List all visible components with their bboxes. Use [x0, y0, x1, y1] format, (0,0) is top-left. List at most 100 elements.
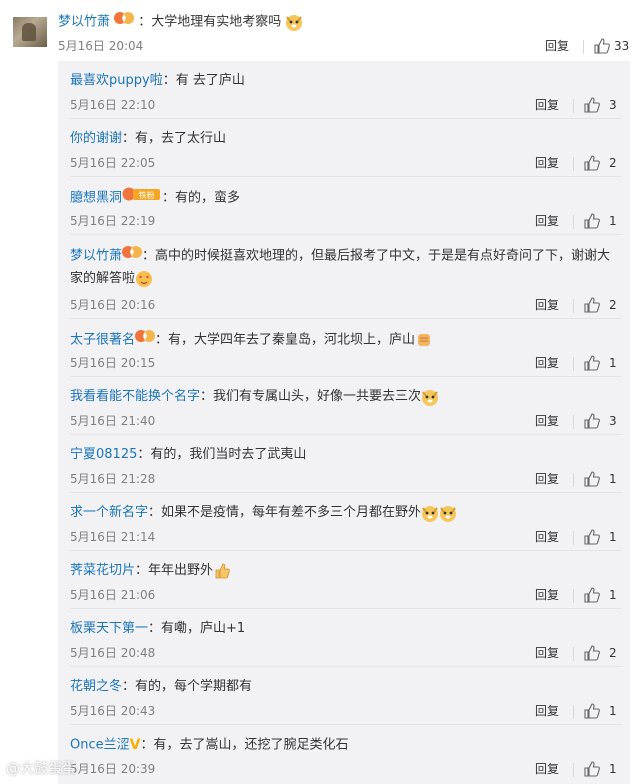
- reply-item: 板栗天下第一：有嘞，庐山+1 5月16日 20:48 回复 2: [58, 609, 630, 667]
- reply-time: 5月16日 21:14: [70, 530, 156, 544]
- reply-username[interactable]: 荠菜花切片: [70, 563, 135, 578]
- reply-time: 5月16日 20:15: [70, 356, 156, 370]
- divider: [573, 531, 574, 545]
- watermark: @大鼓蛋蛋: [6, 761, 76, 777]
- like-count: 33: [614, 39, 630, 53]
- reply-button[interactable]: 回复: [545, 37, 569, 55]
- like-icon[interactable]: [584, 355, 600, 371]
- avatar[interactable]: [13, 17, 47, 47]
- reply-button[interactable]: 回复: [535, 586, 559, 604]
- reply-content: 梦以竹萧 ：高中的时候挺喜欢地理的，但最后报考了中文，于是是有点好奇问了下，谢谢大: [70, 244, 610, 268]
- like-count: 2: [609, 646, 617, 660]
- reply-button[interactable]: 回复: [535, 354, 559, 372]
- reply-item: 臆想黑洞 铁粉 ：有的，蛮多 5月16日 22:19 回复 1: [58, 177, 630, 235]
- reply-button[interactable]: 回复: [535, 702, 559, 720]
- reply-text: ：有，大学四年去了秦皇岛，河北坝上，庐山: [155, 332, 416, 348]
- reply-time: 5月16日 22:19: [70, 214, 156, 228]
- reply-button[interactable]: 回复: [535, 212, 559, 230]
- like-icon[interactable]: [594, 38, 610, 54]
- reply-time: 5月16日 20:16: [70, 298, 156, 312]
- reply-content: 求一个新名字：如果不是疫情，每年有差不多三个月都在野外: [70, 502, 457, 524]
- reply-button[interactable]: 回复: [535, 412, 559, 430]
- reply-username[interactable]: 最喜欢puppy啦: [70, 73, 163, 88]
- reply-username[interactable]: 我看看能不能换个名字: [70, 389, 200, 404]
- verified-v-icon[interactable]: V: [130, 734, 141, 756]
- like-icon[interactable]: [584, 703, 600, 719]
- reply-username[interactable]: Once兰涩: [70, 738, 130, 753]
- reply-text: ：有的，我们当时去了武夷山: [137, 447, 307, 462]
- reply-button[interactable]: 回复: [535, 470, 559, 488]
- reply-username[interactable]: 求一个新名字: [70, 505, 148, 520]
- like-icon[interactable]: [584, 297, 600, 313]
- fan-badge-label: 铁粉: [139, 190, 155, 200]
- doge-emoji-icon: [421, 388, 439, 406]
- like-icon[interactable]: [584, 471, 600, 487]
- fist-emoji-icon: [415, 331, 433, 349]
- doge-emoji-icon: [439, 504, 457, 522]
- reply-time: 5月16日 20:43: [70, 704, 156, 718]
- reply-username[interactable]: 太子很著名: [70, 333, 135, 348]
- reply-button[interactable]: 回复: [535, 528, 559, 546]
- like-count: 2: [609, 156, 617, 170]
- like-icon[interactable]: [584, 587, 600, 603]
- reply-button[interactable]: 回复: [535, 760, 559, 778]
- doge-emoji-icon: [421, 504, 439, 522]
- reply-time: 5月16日 20:48: [70, 646, 156, 660]
- reply-username[interactable]: 梦以竹萧: [70, 249, 122, 264]
- divider: [573, 215, 574, 229]
- like-count: 3: [609, 414, 617, 428]
- reply-content: 太子很著名 ：有，大学四年去了秦皇岛，河北坝上，庐山: [70, 328, 433, 352]
- reply-time: 5月16日 21:06: [70, 588, 156, 602]
- reply-time: 5月16日 21:40: [70, 414, 156, 428]
- like-count: 1: [609, 530, 617, 544]
- like-count: 1: [609, 214, 617, 228]
- like-icon[interactable]: [584, 645, 600, 661]
- reply-time: 5月16日 20:39: [70, 762, 156, 776]
- reply-item: 花朝之冬：有的，每个学期都有 5月16日 20:43 回复 1: [58, 667, 630, 725]
- reply-button[interactable]: 回复: [535, 296, 559, 314]
- reply-button[interactable]: 回复: [535, 644, 559, 662]
- reply-username[interactable]: 臆想黑洞: [70, 191, 122, 206]
- main-comment-line: 梦以竹萧 ：大学地理有实地考察吗: [58, 10, 303, 34]
- like-icon[interactable]: [584, 529, 600, 545]
- member-badge-icon[interactable]: [135, 328, 156, 352]
- reply-text: ：有，去了嵩山，还挖了腕足类化石: [140, 737, 349, 753]
- reply-username[interactable]: 板栗天下第一: [70, 621, 148, 636]
- reply-button[interactable]: 回复: [535, 154, 559, 172]
- reply-text: ：年年出野外: [135, 563, 214, 578]
- reply-button[interactable]: 回复: [535, 96, 559, 114]
- like-icon[interactable]: [584, 97, 600, 113]
- reply-username[interactable]: 宁夏08125: [70, 447, 137, 462]
- like-icon[interactable]: [584, 761, 600, 777]
- main-comment: 梦以竹萧 ：大学地理有实地考察吗 5月16日 20:04 回复 33: [0, 0, 642, 60]
- divider: [573, 647, 574, 661]
- divider: [573, 473, 574, 487]
- divider: [573, 99, 574, 113]
- reply-content: 花朝之冬：有的，每个学期都有: [70, 676, 252, 698]
- reply-text: ：如果不是疫情，每年有差不多三个月都在野外: [148, 505, 422, 520]
- reply-username[interactable]: 你的谢谢: [70, 131, 122, 146]
- reply-text: ：高中的时候挺喜欢地理的，但最后报考了中文，于是是有点好奇问了下，谢谢大: [142, 248, 611, 264]
- reply-content: 宁夏08125：有的，我们当时去了武夷山: [70, 444, 306, 466]
- reply-item: 求一个新名字：如果不是疫情，每年有差不多三个月都在野外 5月16日 21:14 …: [58, 493, 630, 551]
- like-icon[interactable]: [584, 155, 600, 171]
- divider: [573, 763, 574, 777]
- main-comment-username[interactable]: 梦以竹萧: [58, 15, 110, 30]
- divider: [573, 357, 574, 371]
- reply-text: ：有的，蛮多: [162, 190, 241, 206]
- like-icon[interactable]: [584, 213, 600, 229]
- divider: [573, 705, 574, 719]
- like-icon[interactable]: [584, 413, 600, 429]
- member-badge-icon[interactable]: [122, 244, 143, 268]
- reply-text: ：我们有专属山头，好像一共要去三次: [200, 389, 422, 404]
- reply-text: ：有 去了庐山: [162, 73, 245, 88]
- reply-content: 最喜欢puppy啦：有 去了庐山: [70, 70, 245, 92]
- like-count: 1: [609, 762, 617, 776]
- reply-time: 5月16日 21:28: [70, 472, 156, 486]
- like-count: 1: [609, 472, 617, 486]
- member-badge-icon[interactable]: [114, 10, 135, 34]
- reply-username[interactable]: 花朝之冬: [70, 679, 122, 694]
- fan-badge-icon[interactable]: 铁粉: [122, 186, 162, 210]
- reply-item: 我看看能不能换个名字：我们有专属山头，好像一共要去三次 5月16日 21:40 …: [58, 377, 630, 435]
- main-comment-text: ：大学地理有实地考察吗: [138, 14, 282, 30]
